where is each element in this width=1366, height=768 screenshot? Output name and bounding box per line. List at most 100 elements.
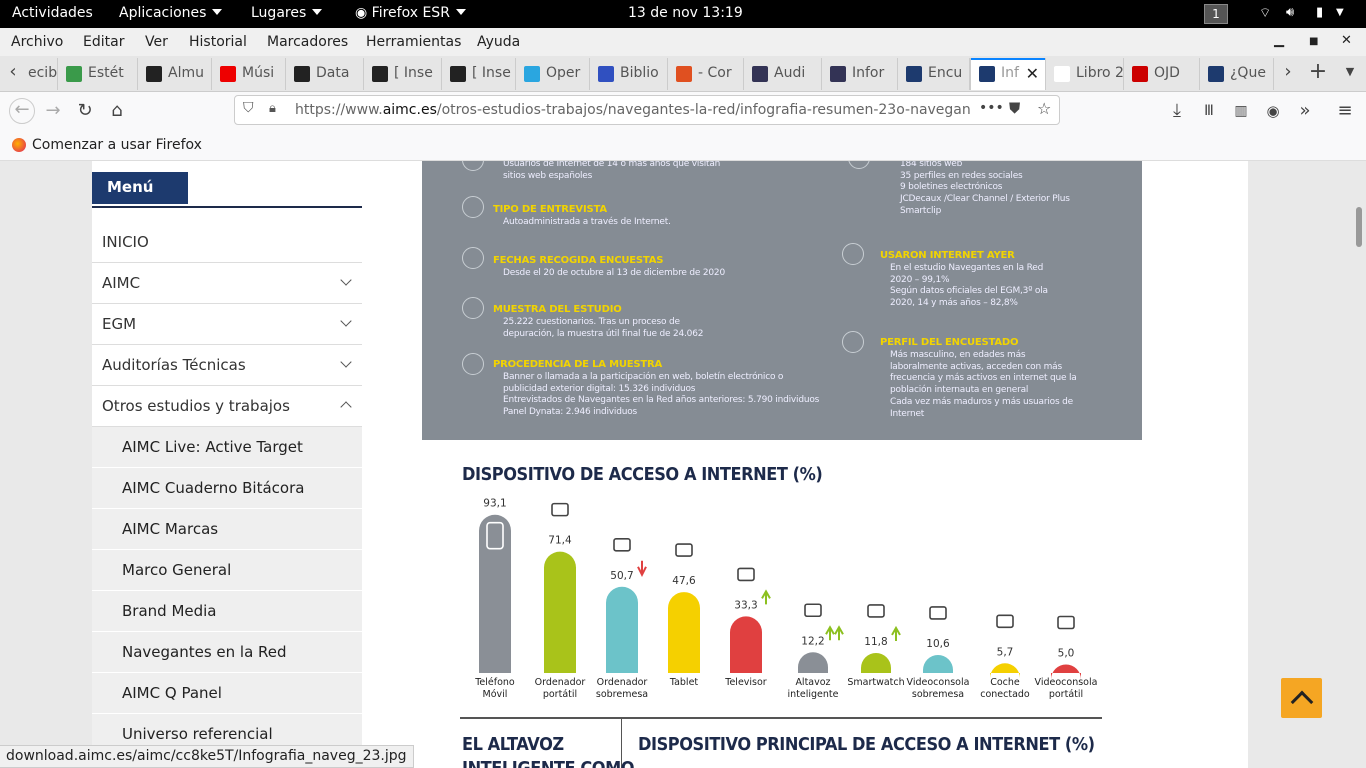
tab-0[interactable]: ecib — [26, 58, 58, 90]
tab-5[interactable]: [ Inse — [364, 58, 442, 90]
chart-data-label: 5,0 — [1058, 648, 1075, 660]
menu-marcadores[interactable]: Marcadores — [267, 34, 348, 50]
chevron-up-icon[interactable] — [340, 401, 352, 413]
downloads-icon[interactable]: ⤓ — [1166, 100, 1188, 122]
info-left-3-icon — [462, 297, 484, 319]
menu-editar[interactable]: Editar — [83, 34, 124, 50]
bookmark-getting-started[interactable]: Comenzar a usar Firefox — [32, 137, 202, 153]
infographic-methodology: Usuarios de Internet de 14 o más años qu… — [422, 161, 1142, 440]
close-tab-icon[interactable]: ✕ — [1026, 64, 1039, 83]
menu-ver[interactable]: Ver — [145, 34, 168, 50]
sidebar-item-1[interactable]: AIMC — [92, 263, 362, 304]
info-detail-line: 2020, 14 y más años – 82,8% — [890, 298, 1018, 309]
info-right-1-icon — [842, 243, 864, 265]
section-divider — [460, 717, 1102, 719]
tab-4[interactable]: Data — [286, 58, 364, 90]
back-icon[interactable]: ← — [9, 98, 35, 124]
tab-1[interactable]: Estét — [58, 58, 138, 90]
chevron-down-icon[interactable] — [340, 356, 352, 368]
submenu-item-2[interactable]: AIMC Marcas — [92, 509, 362, 550]
close-window-icon[interactable]: ✕ — [1341, 33, 1352, 48]
tab-scroll-left-icon[interactable]: ‹ — [2, 61, 24, 83]
chart-data-label: 50,7 — [610, 570, 633, 582]
submenu-item-0[interactable]: AIMC Live: Active Target — [92, 427, 362, 468]
submenu-item-6[interactable]: AIMC Q Panel — [92, 673, 362, 714]
chart-bar — [668, 592, 700, 673]
volume-icon[interactable]: 🔊︎ — [1286, 5, 1294, 20]
hamburger-menu-icon[interactable]: ≡ — [1334, 100, 1356, 122]
submenu-item-5[interactable]: Navegantes en la Red — [92, 632, 362, 673]
sidebar-item-3[interactable]: Auditorías Técnicas — [92, 345, 362, 386]
menu-herramientas[interactable]: Herramientas — [366, 34, 461, 50]
tab-8[interactable]: Biblio — [590, 58, 668, 90]
info-detail-line: Cada vez más maduros y más usuarios de — [890, 396, 1073, 407]
gnome-top-bar: Actividades Aplicaciones Lugares ◉ Firef… — [0, 0, 1366, 28]
chevron-down-icon[interactable] — [340, 274, 352, 286]
chevron-down-icon[interactable] — [340, 315, 352, 327]
tab-11[interactable]: Infor — [822, 58, 898, 90]
tab-favicon-icon — [146, 66, 162, 82]
forward-icon[interactable]: → — [42, 100, 64, 122]
tab-15[interactable]: OJD — [1124, 58, 1200, 90]
applications-menu[interactable]: Aplicaciones — [119, 5, 223, 21]
tab-14[interactable]: Libro 23 — [1046, 58, 1124, 90]
chart-data-label: 47,6 — [672, 575, 696, 587]
tab-label: Biblio — [620, 65, 659, 81]
menu-archivo[interactable]: Archivo — [11, 34, 63, 50]
info-detail-line: Según datos oficiales del EGM,3º ola — [890, 286, 1048, 297]
page-scrollbar[interactable] — [1356, 207, 1362, 247]
menu-historial[interactable]: Historial — [189, 34, 247, 50]
chart-bar — [606, 586, 638, 673]
overflow-menu-icon[interactable]: » — [1294, 100, 1316, 122]
pocket-icon[interactable]: ⛊ — [1009, 99, 1020, 117]
reload-icon[interactable]: ↻ — [74, 100, 96, 122]
info-detail-line: 184 sitios web — [900, 161, 963, 169]
section-title-left: EL ALTAVOZ — [462, 734, 564, 755]
submenu-item-4[interactable]: Brand Media — [92, 591, 362, 632]
sidebar-item-0[interactable]: INICIO — [92, 222, 362, 263]
clock[interactable]: 13 de nov 13:19 — [628, 5, 743, 21]
tab-9[interactable]: - Cor — [668, 58, 744, 90]
library-icon[interactable]: Ⅲ — [1198, 100, 1220, 122]
activities-button[interactable]: Actividades — [12, 5, 93, 21]
submenu-item-3[interactable]: Marco General — [92, 550, 362, 591]
page-actions-icon[interactable]: ••• — [979, 100, 1004, 116]
info-detail-line: En el estudio Navegantes en la Red — [890, 263, 1044, 273]
bookmark-star-icon[interactable]: ☆ — [1037, 99, 1051, 118]
tab-6[interactable]: [ Inse — [442, 58, 516, 90]
sidebar-item-4[interactable]: Otros estudios y trabajos — [92, 386, 362, 427]
new-tab-icon[interactable]: + — [1307, 61, 1329, 83]
system-menu-chevron-icon[interactable]: ▼ — [1336, 7, 1344, 18]
tab-16[interactable]: ¿Que — [1200, 58, 1274, 90]
tab-3[interactable]: Músi — [212, 58, 286, 90]
workspace-indicator[interactable]: 1 — [1204, 4, 1228, 24]
firefox-app-menu[interactable]: ◉ Firefox ESR — [355, 5, 466, 21]
lock-icon[interactable]: 🔒︎ — [269, 101, 276, 116]
tab-12[interactable]: Encu — [898, 58, 970, 90]
url-bar[interactable]: ⛉ 🔒︎ https://www.aimc.es/otros-estudios-… — [234, 95, 1060, 125]
maximize-icon[interactable]: ■ — [1309, 36, 1318, 47]
tab-10[interactable]: Audi — [744, 58, 822, 90]
minimize-icon[interactable]: ▁ — [1274, 33, 1284, 48]
info-detail-line: Internet — [890, 408, 925, 419]
home-icon[interactable]: ⌂ — [106, 100, 128, 122]
battery-icon[interactable]: ▮ — [1316, 5, 1323, 20]
info-detail-line: Banner o llamada a la participación en w… — [503, 372, 784, 382]
tracking-shield-icon[interactable]: ⛉ — [243, 100, 254, 116]
tab-label: ¿Que — [1230, 65, 1266, 81]
places-menu[interactable]: Lugares — [251, 5, 323, 21]
info-detail-line: población internauta en general — [890, 385, 1029, 396]
tab-scroll-right-icon[interactable]: › — [1277, 61, 1299, 83]
tab-13[interactable]: Inf ✕ — [970, 58, 1046, 90]
list-tabs-icon[interactable]: ▼ — [1339, 61, 1361, 83]
sidebar-icon[interactable]: ▥ — [1230, 100, 1252, 122]
menu-ayuda[interactable]: Ayuda — [477, 34, 520, 50]
tab-2[interactable]: Almu — [138, 58, 212, 90]
submenu-item-1[interactable]: AIMC Cuaderno Bitácora — [92, 468, 362, 509]
url-text[interactable]: https://www.aimc.es/otros-estudios-traba… — [295, 102, 975, 118]
wifi-icon[interactable]: ⌔ — [1259, 5, 1271, 21]
back-to-top-button[interactable] — [1281, 678, 1322, 718]
account-icon[interactable]: ◉ — [1262, 100, 1284, 122]
sidebar-item-2[interactable]: EGM — [92, 304, 362, 345]
tab-7[interactable]: Oper — [516, 58, 590, 90]
